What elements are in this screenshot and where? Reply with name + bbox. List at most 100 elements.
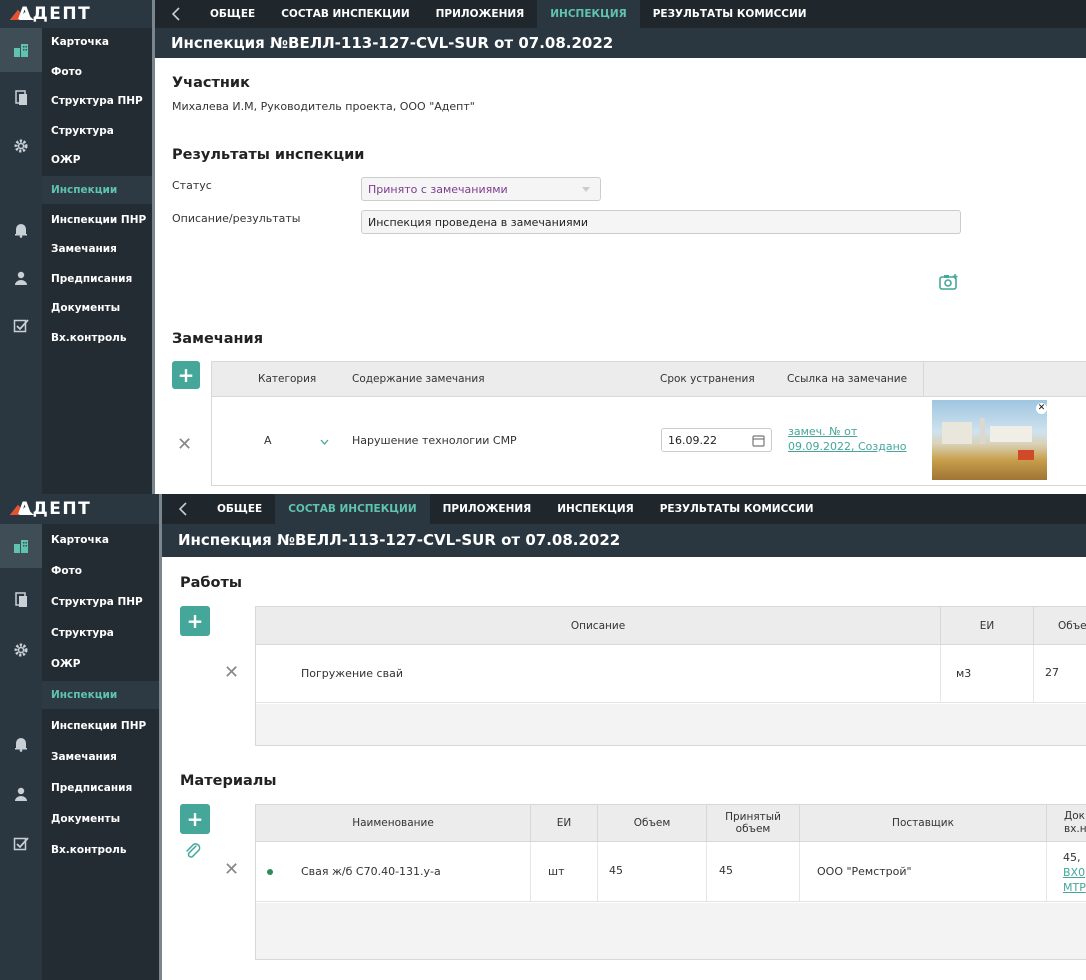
sidebar-item-3[interactable]: Структура ПНР xyxy=(42,588,159,616)
tab-4[interactable]: ИНСПЕКЦИЯ xyxy=(537,0,640,28)
sidebar-item-10[interactable]: Документы xyxy=(42,294,152,322)
materials-heading: Материалы xyxy=(180,773,277,789)
calendar-icon[interactable] xyxy=(752,434,765,447)
column-header-doc: Док вх.н xyxy=(1064,810,1086,835)
tab-2[interactable]: СОСТАВ ИНСПЕКЦИИ xyxy=(268,0,422,28)
sidebar-item-6[interactable]: Инспекции xyxy=(42,681,159,709)
chevron-left-icon xyxy=(178,502,187,516)
sidebar-item-6[interactable]: Инспекции xyxy=(42,176,152,204)
bell-icon xyxy=(15,738,27,752)
delete-remark-button[interactable]: ✕ xyxy=(177,434,192,455)
rail-buildings-button[interactable] xyxy=(0,524,42,568)
sidebar-item-9[interactable]: Предписания xyxy=(42,774,159,802)
sidebar-item-5[interactable]: ОЖР xyxy=(42,650,159,678)
rail-checklist-button[interactable] xyxy=(0,304,42,348)
material-volume: 45 xyxy=(609,864,623,877)
sidebar-item-3[interactable]: Структура ПНР xyxy=(42,87,152,115)
tab-3[interactable]: ПРИЛОЖЕНИЯ xyxy=(430,494,545,524)
rail-bell-button[interactable] xyxy=(0,208,42,252)
tab-5[interactable]: РЕЗУЛЬТАТЫ КОМИССИИ xyxy=(640,0,820,28)
tab-1[interactable]: ОБЩЕЕ xyxy=(197,0,268,28)
tab-3[interactable]: ПРИЛОЖЕНИЯ xyxy=(423,0,538,28)
category-value: А xyxy=(264,434,272,447)
add-photo-button[interactable] xyxy=(939,273,959,295)
back-button[interactable] xyxy=(155,0,197,28)
status-select[interactable]: Принято с замечаниями xyxy=(361,177,601,201)
materials-table: Наименование ЕИ Объем Принятый объем Пос… xyxy=(255,804,1086,960)
tab-5[interactable]: РЕЗУЛЬТАТЫ КОМИССИИ xyxy=(647,494,827,524)
tab-bar: ОБЩЕЕ СОСТАВ ИНСПЕКЦИИ ПРИЛОЖЕНИЯ ИНСПЕКЦИЯ… xyxy=(162,494,1086,524)
material-doc-line-2: ВХ0 xyxy=(1063,866,1086,879)
add-remark-button[interactable]: + xyxy=(172,361,200,389)
rail-bell-button[interactable] xyxy=(0,722,42,766)
material-doc-link[interactable]: 45, ВХ0 МТР xyxy=(1063,851,1086,895)
sidebar-item-8[interactable]: Замечания xyxy=(42,743,159,771)
tab-4[interactable]: ИНСПЕКЦИЯ xyxy=(544,494,646,524)
works-table-header: Описание ЕИ Объе xyxy=(256,607,1086,645)
inspection-panel: Карточка Фото Структура ПНР Структура ОЖР Инс… xyxy=(0,0,1086,494)
attach-button[interactable] xyxy=(184,842,202,864)
material-doc-line-1: 45, xyxy=(1063,851,1081,864)
icon-rail xyxy=(0,524,42,980)
logo-text: АДЕПТ xyxy=(18,499,92,519)
sidebar-item-7[interactable]: Инспекции ПНР xyxy=(42,712,159,740)
column-header-accepted: Принятый объем xyxy=(725,811,781,835)
tab-2[interactable]: СОСТАВ ИНСПЕКЦИИ xyxy=(275,494,430,524)
delete-material-button[interactable]: ✕ xyxy=(224,859,239,880)
participant-text: Михалева И.М, Руководитель проекта, ООО … xyxy=(172,100,475,113)
rail-user-button[interactable] xyxy=(0,256,42,300)
sidebar-item-5[interactable]: ОЖР xyxy=(42,146,152,174)
chevron-left-icon xyxy=(171,7,180,21)
rail-documents-button[interactable] xyxy=(0,578,42,622)
description-input[interactable]: Инспекция проведена в замечаниями xyxy=(361,210,961,234)
sidebar-item-2[interactable]: Фото xyxy=(42,557,159,585)
sidebar-item-11[interactable]: Вх.контроль xyxy=(42,836,159,864)
rail-buildings-button[interactable] xyxy=(0,28,42,72)
column-header-volume: Объе xyxy=(1058,619,1086,632)
status-dot xyxy=(267,869,273,875)
sidebar-item-4[interactable]: Структура xyxy=(42,619,159,647)
participant-heading: Участник xyxy=(172,75,250,91)
add-material-button[interactable]: + xyxy=(180,804,210,834)
rail-gear-button[interactable] xyxy=(0,124,42,168)
column-divider xyxy=(530,842,531,901)
work-volume: 27 xyxy=(1045,666,1059,679)
column-header-description: Описание xyxy=(570,619,626,632)
sidebar-item-4[interactable]: Структура xyxy=(42,117,152,145)
chevron-down-icon xyxy=(582,187,590,192)
documents-icon xyxy=(15,592,27,607)
rail-documents-button[interactable] xyxy=(0,76,42,120)
sidebar-item-1[interactable]: Карточка xyxy=(42,526,159,554)
remark-photo-thumbnail[interactable]: ✕ xyxy=(932,400,1047,480)
remarks-heading: Замечания xyxy=(172,331,264,347)
delete-work-button[interactable]: ✕ xyxy=(224,662,239,683)
sidebar-item-11[interactable]: Вх.контроль xyxy=(42,324,152,352)
buildings-icon xyxy=(14,44,28,57)
table-row: Погружение свай м3 27 xyxy=(256,645,1086,703)
sidebar-item-7[interactable]: Инспекции ПНР xyxy=(42,206,152,234)
sidebar-item-2[interactable]: Фото xyxy=(42,58,152,86)
add-work-button[interactable]: + xyxy=(180,606,210,636)
empty-row xyxy=(256,704,1086,745)
rail-gear-button[interactable] xyxy=(0,628,42,672)
sidebar-item-9[interactable]: Предписания xyxy=(42,265,152,293)
tab-1[interactable]: ОБЩЕЕ xyxy=(204,494,275,524)
composition-panel: Карточка Фото Структура ПНР Структура ОЖР Инс… xyxy=(0,494,1086,980)
work-description: Погружение свай xyxy=(301,667,403,680)
sidebar-item-1[interactable]: Карточка xyxy=(42,28,152,56)
chevron-down-icon[interactable] xyxy=(320,439,329,445)
remove-photo-button[interactable]: ✕ xyxy=(1036,403,1047,414)
remark-link-line-1: замеч. № от xyxy=(788,425,858,438)
checklist-icon xyxy=(13,837,29,851)
column-divider xyxy=(1046,805,1047,841)
rail-checklist-button[interactable] xyxy=(0,822,42,866)
works-heading: Работы xyxy=(180,575,243,591)
results-heading: Результаты инспекции xyxy=(172,147,365,163)
sidebar-item-10[interactable]: Документы xyxy=(42,805,159,833)
sidebar-item-8[interactable]: Замечания xyxy=(42,235,152,263)
deadline-input[interactable]: 16.09.22 xyxy=(661,428,772,452)
remark-link[interactable]: замеч. № от 09.09.2022, Создано xyxy=(788,424,907,454)
back-button[interactable] xyxy=(162,494,204,524)
deadline-value: 16.09.22 xyxy=(668,433,717,447)
rail-user-button[interactable] xyxy=(0,772,42,816)
